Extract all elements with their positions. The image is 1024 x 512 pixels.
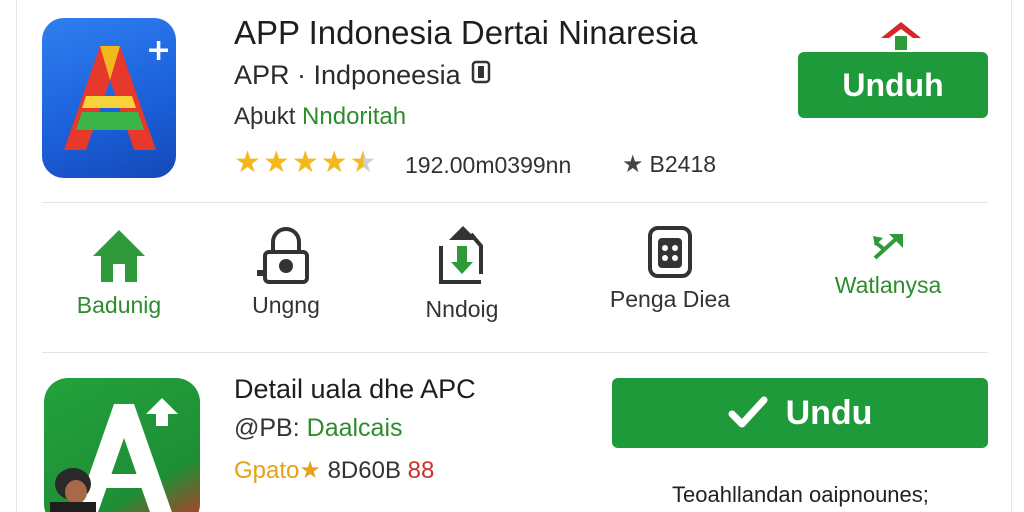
download-button-label: Undu (785, 393, 873, 432)
download-count: 192.00m0399nn (405, 152, 572, 178)
rank-star-icon: ★ (622, 151, 644, 178)
download-arrow-icon (439, 226, 483, 284)
app-icon[interactable]: + (42, 18, 176, 178)
rating-stars: ★ ★ ★ ★ ★ (234, 146, 377, 180)
app-title: APP Indonesia Dertai Ninaresia (234, 14, 698, 51)
meta-label: @PB: (234, 414, 300, 442)
app-subtitle: APR · Indponeesia (234, 60, 491, 91)
install-badge-icon (877, 18, 925, 54)
download-button[interactable]: Undu (612, 378, 988, 448)
section-meta: @PB: Daalcais (234, 414, 403, 443)
lock-icon (257, 227, 309, 284)
home-icon (93, 230, 145, 282)
star-icon: ★ (320, 146, 348, 179)
meta-value[interactable]: Daalcais (307, 414, 403, 442)
section-price: Gpato★ 8D60B 88 (234, 456, 434, 485)
divider (42, 352, 988, 353)
share-arrows-icon (873, 234, 903, 260)
footer-note: Teoahllandan oaipnounes; (672, 482, 929, 507)
section-title: Detail uala dhe APC (234, 374, 476, 404)
star-icon: ★ (291, 146, 319, 179)
nav-item-nndoig[interactable]: Nndoig (412, 224, 512, 323)
price-part-b: 8D60B (327, 457, 401, 484)
nav-label: Badunig (76, 292, 162, 318)
developer-line: Aþukt Nndoritah (234, 103, 406, 131)
nav-label: Nndoig (425, 296, 499, 322)
keypad-icon (648, 226, 692, 278)
nav-item-watlanysa[interactable]: Watlanysa (826, 232, 950, 299)
star-icon: ★ (234, 146, 261, 179)
star-icon: ★ (262, 146, 290, 179)
checkmark-icon (728, 396, 768, 428)
developer-prefix: Aþukt (234, 103, 296, 130)
rank-badge: ★ B2418 (622, 150, 716, 179)
divider (42, 202, 988, 203)
app-logo-a-icon: + (64, 33, 171, 150)
person-avatar (46, 462, 100, 512)
developer-name[interactable]: Nndoritah (302, 103, 406, 130)
app-subtitle-text: APR · Indponeesia (234, 60, 461, 90)
device-icon (471, 60, 491, 91)
nav-item-ungng[interactable]: Ungng (236, 224, 336, 319)
star-half-icon: ★ (349, 146, 377, 179)
nav-label: Penga Diea (609, 286, 731, 312)
install-button[interactable]: Unduh (798, 52, 988, 118)
price-part-a: Gpato★ (234, 457, 321, 484)
svg-text:+: + (146, 33, 171, 68)
nav-item-badunig[interactable]: Badunig (68, 224, 170, 319)
nav-label: Watlanysa (834, 272, 942, 298)
nav-item-penga-diea[interactable]: Penga Diea (606, 224, 734, 313)
nav-label: Ungng (252, 292, 320, 318)
rank-value: B2418 (649, 151, 717, 177)
price-part-c: 88 (407, 457, 435, 484)
